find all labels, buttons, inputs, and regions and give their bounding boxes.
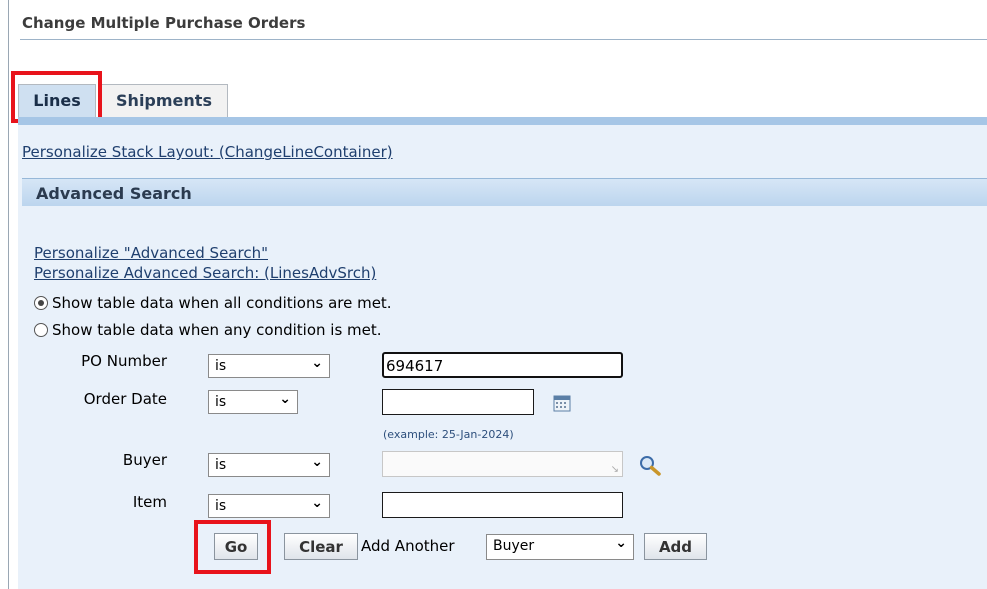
radio-row-any[interactable]: Show table data when any condition is me… (34, 321, 382, 339)
tab-underline-band (18, 117, 987, 125)
resize-corner-icon: ↘ (610, 464, 619, 475)
tab-shipments[interactable]: Shipments (100, 84, 228, 117)
page-title: Change Multiple Purchase Orders (22, 14, 306, 32)
radio-any-label: Show table data when any condition is me… (52, 321, 382, 339)
po-number-label: PO Number (81, 352, 167, 370)
order-date-operator-select[interactable]: is ⌄ (208, 390, 298, 414)
chevron-down-icon: ⌄ (311, 454, 323, 470)
buyer-input[interactable]: ↘ (382, 451, 623, 477)
clear-button[interactable]: Clear (284, 533, 358, 560)
buyer-operator-select[interactable]: is ⌄ (208, 453, 330, 477)
item-input[interactable] (382, 492, 623, 518)
po-number-operator-select[interactable]: is ⌄ (208, 354, 330, 378)
personalize-lines-adv-search-link[interactable]: Personalize Advanced Search: (LinesAdvSr… (34, 264, 376, 282)
personalize-advanced-search-link[interactable]: Personalize "Advanced Search" (34, 244, 268, 262)
order-date-format-hint: (example: 25-Jan-2024) (383, 428, 514, 441)
buyer-label: Buyer (122, 451, 167, 469)
title-divider (20, 39, 987, 40)
add-another-label: Add Another (361, 537, 455, 555)
order-date-input[interactable] (382, 389, 534, 415)
radio-all-label: Show table data when all conditions are … (52, 294, 392, 312)
chevron-down-icon: ⌄ (311, 355, 323, 371)
go-button[interactable]: Go (214, 533, 258, 560)
order-date-label: Order Date (83, 390, 167, 408)
chevron-down-icon: ⌄ (311, 495, 323, 511)
add-another-select[interactable]: Buyer ⌄ (486, 534, 634, 560)
radio-all-conditions[interactable] (34, 296, 48, 310)
item-label: Item (132, 493, 167, 511)
po-number-input[interactable]: 694617 (382, 352, 623, 378)
advanced-search-header: Advanced Search (22, 178, 987, 206)
radio-any-condition[interactable] (34, 323, 48, 337)
left-border (8, 0, 9, 589)
add-button[interactable]: Add (644, 533, 707, 560)
po-number-operator-value: is (215, 358, 227, 374)
personalize-stack-layout-link[interactable]: Personalize Stack Layout: (ChangeLineCon… (22, 143, 393, 161)
chevron-down-icon: ⌄ (279, 391, 291, 407)
tab-lines[interactable]: Lines (18, 84, 96, 117)
add-another-selected-value: Buyer (493, 538, 535, 554)
calendar-icon[interactable] (553, 394, 571, 412)
item-operator-select[interactable]: is ⌄ (208, 494, 330, 518)
chevron-down-icon: ⌄ (615, 535, 627, 551)
buyer-operator-value: is (215, 457, 227, 473)
order-date-operator-value: is (215, 394, 227, 410)
radio-row-all[interactable]: Show table data when all conditions are … (34, 294, 392, 312)
magnifier-icon[interactable] (638, 454, 662, 476)
item-operator-value: is (215, 498, 227, 514)
